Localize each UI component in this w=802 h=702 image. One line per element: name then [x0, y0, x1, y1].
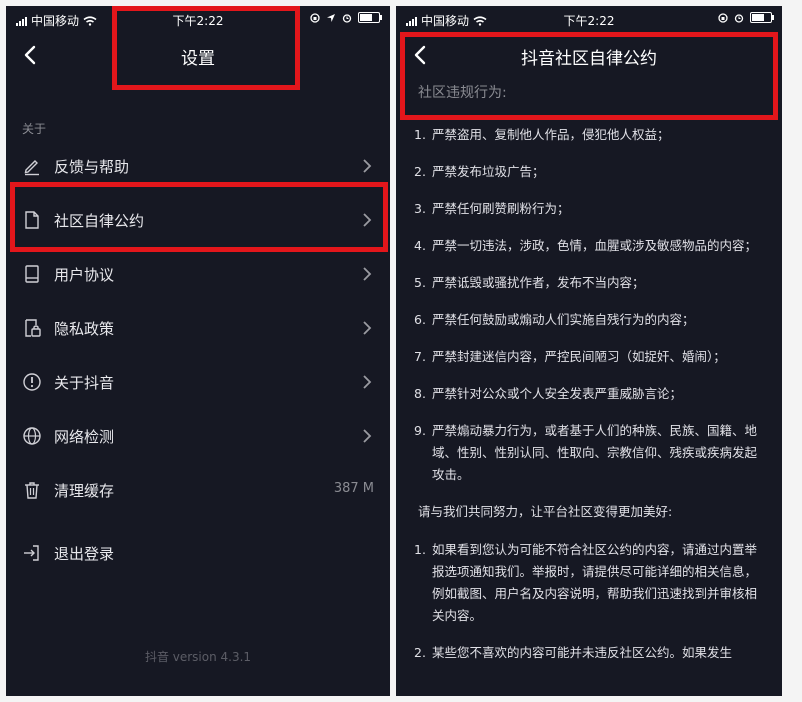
menu-item-label: 清理缓存: [54, 482, 115, 500]
menu-item-label: 用户协议: [54, 266, 115, 284]
rule-item: 2. 严禁发布垃圾广告；: [414, 161, 764, 183]
trash-icon: [25, 482, 39, 499]
chevron-right-icon: [363, 159, 372, 173]
rule-item: 3. 严禁任何刷赞刷粉行为；: [414, 198, 764, 220]
menu-item-label: 隐私政策: [54, 320, 115, 338]
rule-text: 严禁诋毁或骚扰作者，发布不当内容；: [432, 275, 645, 290]
menu-item-label: 反馈与帮助: [54, 158, 130, 176]
rule-number: 7.: [414, 349, 426, 364]
battery-icon: [358, 12, 382, 23]
rule-number: 1.: [414, 127, 426, 142]
logout-button[interactable]: 退出登录: [6, 528, 390, 578]
menu-item-label: 网络检测: [54, 428, 115, 446]
rule-number: 6.: [414, 312, 426, 327]
rule-text: 严禁一切违法，涉政，色情，血腥或涉及敏感物品的内容；: [432, 238, 758, 253]
rule-text: 严禁针对公众或个人安全发表严重威胁言论；: [432, 386, 683, 401]
alarm-icon: [734, 13, 744, 23]
rule-number: 9.: [414, 423, 426, 438]
version-label: 抖音 version 4.3.1: [144, 650, 252, 664]
section-label-about: 关于: [22, 122, 47, 136]
info-icon: [23, 373, 41, 391]
tip-text: 如果看到您认为可能不符合社区公约的内容，请通过内置举报选项通知我们。举报时，请提…: [432, 542, 758, 623]
rule-text: 严禁发布垃圾广告；: [432, 164, 545, 179]
tip-number: 1.: [414, 542, 426, 557]
logout-icon: [24, 545, 39, 561]
rule-text: 严禁任何鼓励或煽动人们实施自残行为的内容；: [432, 312, 695, 327]
rule-number: 2.: [414, 164, 426, 179]
edit-icon: [24, 160, 39, 176]
rule-number: 8.: [414, 386, 426, 401]
status-bar: 中国移动 下午2:22: [396, 6, 782, 32]
tip-number: 2.: [414, 645, 426, 660]
chevron-right-icon: [363, 321, 372, 335]
rule-item: 1. 严禁盗用、复制他人作品，侵犯他人权益；: [414, 124, 764, 146]
rule-number: 4.: [414, 238, 426, 253]
logout-label: 退出登录: [54, 545, 115, 563]
rule-item: 8. 严禁针对公众或个人安全发表严重威胁言论；: [414, 383, 764, 405]
book-icon: [25, 265, 39, 283]
highlight-box-header: [400, 32, 778, 120]
rule-item: 5. 严禁诋毁或骚扰作者，发布不当内容；: [414, 272, 764, 294]
community-convention-screen: 中国移动 下午2:22 抖音社区自律公约 社区违规行为: 1. 严禁盗用、复制他人…: [396, 6, 782, 696]
chevron-right-icon: [363, 267, 372, 281]
chevron-right-icon: [363, 375, 372, 389]
tip-text: 某些您不喜欢的内容可能并未违反社区公约。如果发生: [432, 645, 733, 660]
menu-item-user-agreement[interactable]: 用户协议: [6, 247, 390, 301]
battery-icon: [750, 12, 774, 23]
chevron-right-icon: [363, 429, 372, 443]
privacy-lock-icon: [25, 319, 41, 337]
rules-content: 1. 严禁盗用、复制他人作品，侵犯他人权益； 2. 严禁发布垃圾广告； 3. 严禁任何…: [414, 124, 764, 679]
settings-screen: 中国移动 下午2:22 设置 关于 反馈与帮助 社区自律公约 用户协议 隐私政策…: [6, 6, 390, 696]
menu-item-clear-cache[interactable]: 清理缓存 387 M: [6, 463, 390, 517]
rotation-lock-icon: [718, 12, 728, 23]
rule-item: 7. 严禁封建迷信内容，严控民间陋习（如捉奸、婚闹）；: [414, 346, 764, 368]
menu-item-privacy-policy[interactable]: 隐私政策: [6, 301, 390, 355]
rule-item: 9. 严禁煽动暴力行为，或者基于人们的种族、民族、国籍、地域、性别、性别认同、性取…: [414, 420, 764, 486]
globe-icon: [23, 427, 41, 445]
menu-item-label: 关于抖音: [54, 374, 115, 392]
tip-item: 1. 如果看到您认为可能不符合社区公约的内容，请通过内置举报选项通知我们。举报时，…: [414, 539, 764, 627]
rule-text: 严禁任何刷赞刷粉行为；: [432, 201, 570, 216]
rule-item: 4. 严禁一切违法，涉政，色情，血腥或涉及敏感物品的内容；: [414, 235, 764, 257]
alarm-icon: [342, 13, 352, 23]
rule-text: 严禁封建迷信内容，严控民间陋习（如捉奸、婚闹）；: [432, 349, 726, 364]
rule-number: 5.: [414, 275, 426, 290]
rule-text: 严禁盗用、复制他人作品，侵犯他人权益；: [432, 127, 670, 142]
menu-item-about-douyin[interactable]: 关于抖音: [6, 355, 390, 409]
highlight-box-title: [112, 6, 300, 90]
location-icon: [327, 13, 335, 22]
rule-text: 严禁煽动暴力行为，或者基于人们的种族、民族、国籍、地域、性别、性别认同、性取向、…: [432, 423, 758, 482]
tip-item: 2. 某些您不喜欢的内容可能并未违反社区公约。如果发生: [414, 642, 764, 664]
rule-number: 3.: [414, 201, 426, 216]
rotation-lock-icon: [310, 12, 320, 23]
highlight-box-menu-item: [10, 182, 388, 252]
cache-size-value: 387 M: [333, 481, 374, 496]
menu-item-network-check[interactable]: 网络检测: [6, 409, 390, 463]
intro-text: 请与我们共同努力，让平台社区变得更加美好:: [418, 504, 673, 519]
rule-item: 6. 严禁任何鼓励或煽动人们实施自残行为的内容；: [414, 309, 764, 331]
